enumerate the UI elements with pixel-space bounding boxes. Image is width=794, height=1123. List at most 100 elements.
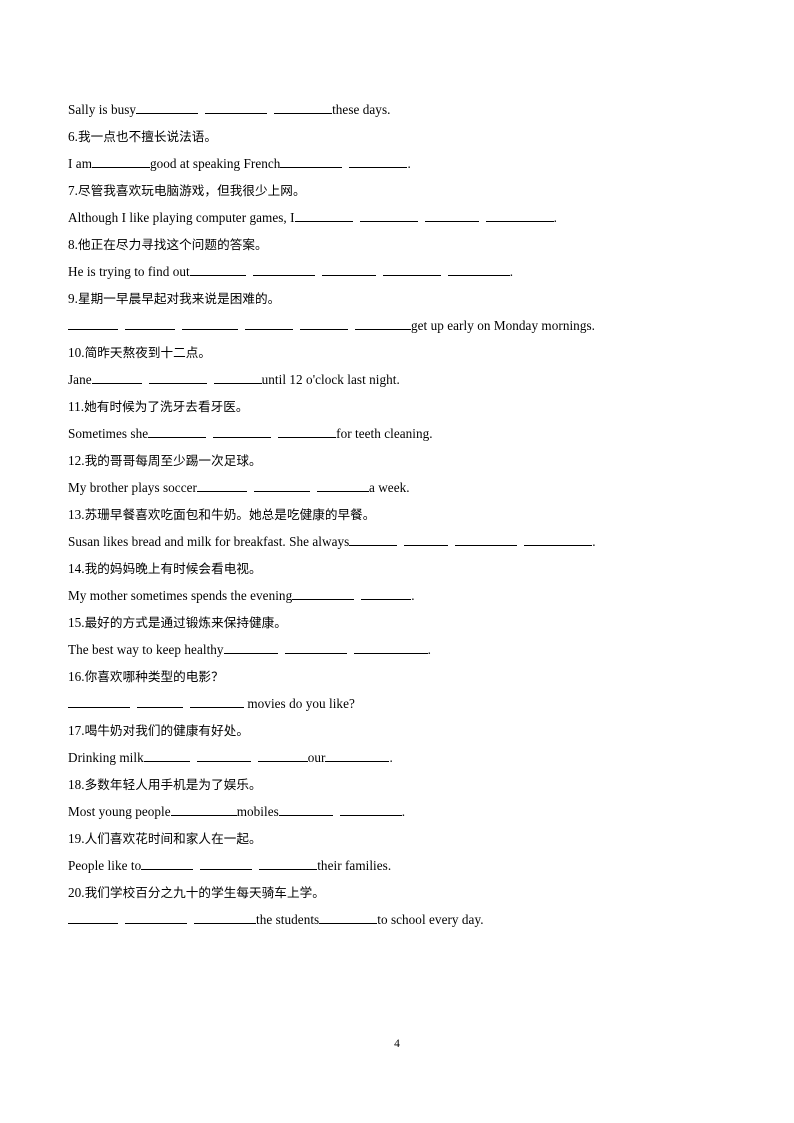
line-text: 最好的方式是通过锻炼来保持健康。	[84, 615, 287, 630]
answer-blank[interactable]	[190, 695, 244, 708]
worksheet-line-q8-chinese: 8.他正在尽力寻找这个问题的答案。	[68, 231, 728, 258]
answer-blank[interactable]	[353, 641, 428, 654]
answer-blank[interactable]	[257, 749, 308, 762]
answer-blank[interactable]	[194, 911, 256, 924]
line-text: good at speaking French	[150, 156, 281, 171]
question-number: 16.	[68, 669, 85, 684]
answer-blank[interactable]	[321, 263, 376, 276]
answer-blank[interactable]	[125, 911, 187, 924]
line-text: Jane	[68, 372, 92, 387]
question-number: 18.	[68, 777, 85, 792]
answer-blank[interactable]	[284, 641, 347, 654]
answer-blank[interactable]	[245, 317, 293, 330]
worksheet-line-q15-chinese: 15.最好的方式是通过锻炼来保持健康。	[68, 609, 728, 636]
page-number: 4	[394, 1038, 400, 1050]
answer-blank[interactable]	[148, 371, 207, 384]
answer-blank[interactable]	[280, 155, 343, 168]
answer-blank[interactable]	[455, 533, 518, 546]
answer-blank[interactable]	[253, 479, 310, 492]
answer-blank[interactable]	[143, 749, 190, 762]
answer-blank[interactable]	[213, 371, 262, 384]
line-text: to school every day.	[377, 912, 484, 927]
line-text: .	[592, 534, 596, 549]
answer-blank[interactable]	[274, 101, 333, 114]
answer-blank[interactable]	[196, 749, 251, 762]
answer-blank[interactable]	[92, 155, 150, 168]
answer-blank[interactable]	[259, 857, 318, 870]
answer-blank[interactable]	[292, 587, 355, 600]
line-text: 你喜欢哪种类型的电影？	[84, 669, 224, 684]
answer-blank[interactable]	[361, 587, 412, 600]
line-text: 人们喜欢花时间和家人在一起。	[84, 831, 262, 846]
worksheet-line-q13-chinese: 13.苏珊早餐喜欢吃面包和牛奶。她总是吃健康的早餐。	[68, 501, 728, 528]
worksheet-line-q14-english: My mother sometimes spends the evening.	[68, 582, 728, 609]
answer-blank[interactable]	[349, 533, 398, 546]
worksheet-line-q16-chinese: 16.你喜欢哪种类型的电影？	[68, 663, 728, 690]
answer-blank[interactable]	[141, 857, 194, 870]
answer-blank[interactable]	[137, 695, 183, 708]
answer-blank[interactable]	[294, 209, 353, 222]
answer-blank[interactable]	[196, 479, 247, 492]
answer-blank[interactable]	[355, 317, 411, 330]
answer-blank[interactable]	[316, 479, 369, 492]
line-text: 苏珊早餐喜欢吃面包和牛奶。她总是吃健康的早餐。	[84, 507, 376, 522]
answer-blank[interactable]	[125, 317, 175, 330]
line-text: 我的妈妈晚上有时候会看电视。	[84, 561, 262, 576]
answer-blank[interactable]	[404, 533, 449, 546]
line-text: My brother plays soccer	[68, 480, 197, 495]
answer-blank[interactable]	[200, 857, 253, 870]
answer-blank[interactable]	[485, 209, 554, 222]
answer-blank[interactable]	[382, 263, 441, 276]
answer-blank[interactable]	[189, 263, 246, 276]
line-text: Susan likes bread and milk for breakfast…	[68, 534, 350, 549]
answer-blank[interactable]	[278, 803, 333, 816]
line-text: .	[411, 588, 415, 603]
question-number: 13.	[68, 507, 85, 522]
worksheet-line-q20-english: the students to school every day.	[68, 906, 728, 933]
question-number: 19.	[68, 831, 85, 846]
answer-blank[interactable]	[300, 317, 348, 330]
answer-blank[interactable]	[325, 749, 390, 762]
answer-blank[interactable]	[524, 533, 593, 546]
question-number: 7.	[68, 183, 78, 198]
answer-blank[interactable]	[447, 263, 510, 276]
worksheet-body: Sally is busy these days. 6.我一点也不擅长说法语。 I a…	[68, 96, 728, 933]
line-text: .	[407, 156, 411, 171]
answer-blank[interactable]	[319, 911, 378, 924]
worksheet-line-q11-chinese: 11.她有时候为了洗牙去看牙医。	[68, 393, 728, 420]
line-text: our	[307, 750, 326, 765]
worksheet-line-q17-chinese: 17.喝牛奶对我们的健康有好处。	[68, 717, 728, 744]
line-text: Most young people	[68, 804, 171, 819]
answer-blank[interactable]	[424, 209, 479, 222]
worksheet-line-q10-english: Jane until 12 o'clock last night.	[68, 366, 728, 393]
answer-blank[interactable]	[68, 695, 130, 708]
line-text: 喝牛奶对我们的健康有好处。	[84, 723, 250, 738]
line-text: mobiles	[236, 804, 279, 819]
answer-blank[interactable]	[359, 209, 418, 222]
answer-blank[interactable]	[91, 371, 142, 384]
answer-blank[interactable]	[68, 317, 118, 330]
answer-blank[interactable]	[223, 641, 278, 654]
worksheet-line-q15-english: The best way to keep healthy.	[68, 636, 728, 663]
worksheet-line-q11-english: Sometimes she for teeth cleaning.	[68, 420, 728, 447]
question-number: 14.	[68, 561, 85, 576]
answer-blank[interactable]	[68, 911, 118, 924]
answer-blank[interactable]	[349, 155, 408, 168]
line-text: Sometimes she	[68, 426, 149, 441]
answer-blank[interactable]	[148, 425, 207, 438]
answer-blank[interactable]	[205, 101, 268, 114]
answer-blank[interactable]	[278, 425, 337, 438]
answer-blank[interactable]	[182, 317, 238, 330]
worksheet-line-q18-english: Most young people mobiles.	[68, 798, 728, 825]
line-text: get up early on Monday mornings.	[411, 318, 595, 333]
line-text: their families.	[317, 858, 392, 873]
answer-blank[interactable]	[213, 425, 272, 438]
answer-blank[interactable]	[252, 263, 315, 276]
question-number: 15.	[68, 615, 85, 630]
worksheet-line-q7-english: Although I like playing computer games, …	[68, 204, 728, 231]
line-text: these days.	[332, 102, 391, 117]
answer-blank[interactable]	[136, 101, 199, 114]
answer-blank[interactable]	[339, 803, 402, 816]
answer-blank[interactable]	[170, 803, 237, 816]
line-text: 简昨天熬夜到十二点。	[84, 345, 212, 360]
